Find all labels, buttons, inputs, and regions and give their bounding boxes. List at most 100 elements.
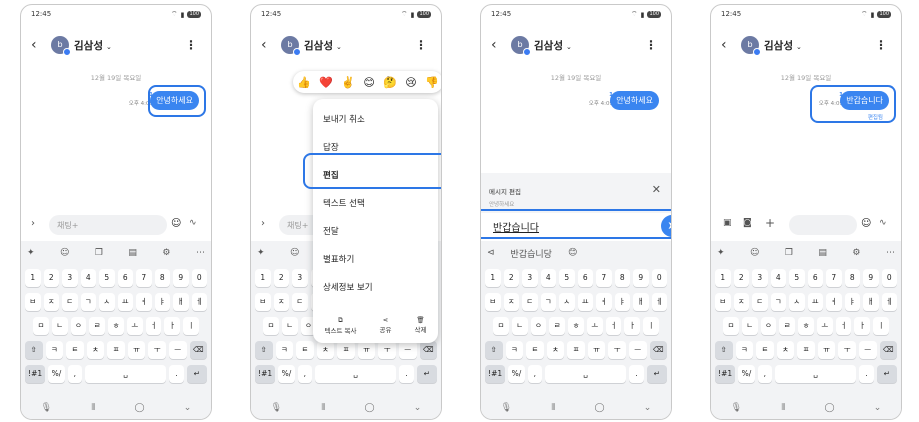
key[interactable]: ㅍ <box>567 341 585 359</box>
back-arrow-icon[interactable]: ‹ <box>31 37 37 53</box>
key[interactable]: ㅕ <box>136 293 152 311</box>
ai-tools-icon[interactable]: ✦ <box>27 248 35 258</box>
key[interactable]: ㅓ <box>145 317 162 335</box>
shift-key[interactable]: ⇧ <box>485 341 503 359</box>
key[interactable]: ㅋ <box>275 341 294 359</box>
key[interactable]: ㅔ <box>881 293 897 311</box>
key[interactable]: 3 <box>62 269 78 287</box>
key[interactable]: ㄷ <box>62 293 78 311</box>
period-key[interactable]: . <box>629 365 644 383</box>
key[interactable]: ㅜ <box>838 341 856 359</box>
key[interactable]: ㅠ <box>817 341 836 359</box>
reaction-thinking-icon[interactable]: 🤔 <box>383 76 397 89</box>
message-bubble[interactable]: 안녕하세요 <box>610 91 659 110</box>
menu-item-unsend[interactable]: 보내기 취소 <box>323 113 365 125</box>
period-key[interactable]: . <box>169 365 184 383</box>
key[interactable]: ㅑ <box>614 293 630 311</box>
key[interactable]: ㅕ <box>596 293 612 311</box>
key[interactable]: 6 <box>117 269 133 287</box>
key[interactable]: ㅗ <box>126 317 143 335</box>
avatar[interactable]: b <box>511 36 531 56</box>
key[interactable]: 5 <box>559 269 575 287</box>
key[interactable]: 1 <box>255 269 271 287</box>
sticker-icon[interactable]: ❐ <box>785 248 793 258</box>
emoji-icon[interactable]: ☺ <box>171 218 181 229</box>
contact-name[interactable]: 김삼성 ⌄ <box>74 38 112 53</box>
key[interactable]: ㅎ <box>798 317 814 335</box>
key[interactable]: ㅂ <box>715 293 731 311</box>
key[interactable]: ㄴ <box>281 317 298 335</box>
key[interactable]: ㅁ <box>723 317 739 335</box>
key[interactable]: ㅊ <box>316 341 335 359</box>
key[interactable]: ㅂ <box>255 293 271 311</box>
enter-key[interactable]: ↵ <box>186 365 207 383</box>
more-icon[interactable]: ⋯ <box>196 248 205 258</box>
key[interactable]: ㅂ <box>485 293 501 311</box>
key[interactable]: 5 <box>99 269 115 287</box>
key[interactable]: ㅣ <box>873 317 890 335</box>
back-nav-icon[interactable]: ⌄ <box>184 403 192 415</box>
key[interactable]: ㅓ <box>835 317 852 335</box>
reaction-victory-icon[interactable]: ✌️ <box>341 76 355 89</box>
symbols-key[interactable]: !#1 <box>25 365 46 383</box>
key[interactable]: ㅊ <box>776 341 795 359</box>
key[interactable]: 7 <box>826 269 842 287</box>
key[interactable]: ㅡ <box>398 341 417 359</box>
key[interactable]: 4 <box>540 269 556 287</box>
more-options-icon[interactable]: ⋮ <box>415 38 427 52</box>
menu-item-reply[interactable]: 답장 <box>323 141 339 153</box>
enter-key[interactable]: ↵ <box>416 365 437 383</box>
voice-icon[interactable]: ∿ <box>189 218 197 228</box>
mic-icon[interactable]: 🎙 <box>731 403 742 415</box>
shift-key[interactable]: ⇧ <box>715 341 733 359</box>
gallery-icon[interactable]: ▣ <box>723 218 732 228</box>
key[interactable]: ㅔ <box>651 293 667 311</box>
key[interactable]: ㄱ <box>770 293 786 311</box>
symbols-key[interactable]: !#1 <box>485 365 506 383</box>
key[interactable]: ㅁ <box>33 317 49 335</box>
reaction-smile-icon[interactable]: 😊 <box>363 76 374 89</box>
suggestion-emoji[interactable]: 😊 <box>568 248 577 258</box>
emoji-icon[interactable]: ☺ <box>750 248 759 258</box>
recents-icon[interactable]: ⦀ <box>551 403 555 415</box>
settings-icon[interactable]: ⚙ <box>852 248 860 258</box>
key[interactable]: ㅠ <box>357 341 376 359</box>
key[interactable]: ㄱ <box>540 293 556 311</box>
key[interactable]: 0 <box>881 269 897 287</box>
camera-icon[interactable]: ◙ <box>743 218 752 228</box>
key[interactable]: 7 <box>596 269 612 287</box>
key[interactable]: 2 <box>273 269 289 287</box>
expand-icon[interactable]: › <box>261 218 265 229</box>
symbols-key[interactable]: !#1 <box>715 365 736 383</box>
key[interactable]: ㅋ <box>505 341 524 359</box>
key[interactable]: ㅍ <box>337 341 355 359</box>
sticker-icon[interactable]: ❐ <box>95 248 103 258</box>
backspace-key[interactable]: ⌫ <box>419 341 438 359</box>
key[interactable]: ㅈ <box>273 293 289 311</box>
key[interactable]: ㄹ <box>89 317 106 335</box>
contact-name[interactable]: 김삼성 ⌄ <box>764 38 802 53</box>
key[interactable]: ㄱ <box>80 293 96 311</box>
key[interactable]: ㄷ <box>522 293 538 311</box>
key[interactable]: 8 <box>154 269 170 287</box>
key[interactable]: ㅑ <box>154 293 170 311</box>
key[interactable]: ㅜ <box>148 341 166 359</box>
home-icon[interactable]: ◯ <box>134 403 144 415</box>
back-arrow-icon[interactable]: ‹ <box>491 37 497 53</box>
back-arrow-icon[interactable]: ‹ <box>721 37 727 53</box>
slash-key[interactable]: %/ <box>508 365 525 383</box>
expand-icon[interactable]: › <box>31 218 35 229</box>
key[interactable]: ㅗ <box>816 317 833 335</box>
key[interactable]: ㅓ <box>605 317 622 335</box>
key[interactable]: ㅛ <box>577 293 593 311</box>
key[interactable]: ㅔ <box>191 293 207 311</box>
key[interactable]: ㅑ <box>844 293 860 311</box>
emoji-icon[interactable]: ☺ <box>861 218 871 229</box>
slash-key[interactable]: %/ <box>278 365 295 383</box>
key[interactable]: ㄹ <box>549 317 566 335</box>
avatar[interactable]: b <box>281 36 301 56</box>
key[interactable]: ㅜ <box>608 341 626 359</box>
avatar[interactable]: b <box>741 36 761 56</box>
more-icon[interactable]: ⋯ <box>886 248 895 258</box>
key[interactable]: ㅁ <box>263 317 279 335</box>
